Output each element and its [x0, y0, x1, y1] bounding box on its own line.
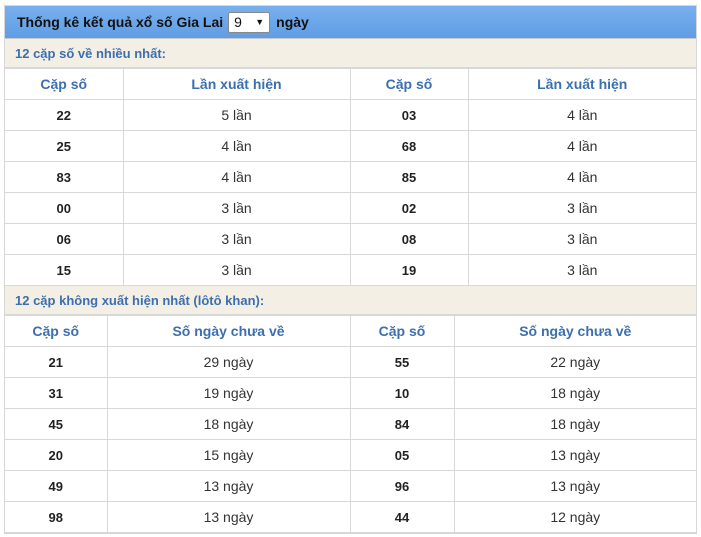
pair-cell: 15	[5, 254, 124, 286]
value-cell: 18 ngày	[453, 377, 696, 409]
pair-cell: 44	[349, 501, 455, 533]
pair-cell: 83	[5, 161, 124, 193]
table-row: 45 18 ngày 84 18 ngày	[5, 408, 696, 440]
col-pair-header: Cặp số	[5, 315, 108, 347]
value-cell: 4 lần	[122, 130, 351, 162]
value-cell: 3 lần	[467, 192, 696, 224]
value-cell: 4 lần	[122, 161, 351, 193]
value-cell: 18 ngày	[106, 408, 351, 440]
value-cell: 29 ngày	[106, 346, 351, 378]
pair-cell: 68	[349, 130, 469, 162]
pair-cell: 45	[5, 408, 108, 440]
pair-cell: 05	[349, 439, 455, 471]
pair-cell: 49	[5, 470, 108, 502]
value-cell: 13 ngày	[453, 439, 696, 471]
value-cell: 13 ngày	[106, 470, 351, 502]
pair-cell: 19	[349, 254, 469, 286]
col-days-header: Số ngày chưa về	[106, 315, 351, 347]
pair-cell: 00	[5, 192, 124, 224]
value-cell: 4 lần	[467, 130, 696, 162]
table-row: 22 5 lần 03 4 lần	[5, 99, 696, 131]
pair-cell: 55	[349, 346, 455, 378]
table-row: 20 15 ngày 05 13 ngày	[5, 439, 696, 471]
days-select-value: 9	[234, 14, 242, 30]
col-pair-header: Cặp số	[349, 68, 469, 100]
pair-cell: 25	[5, 130, 124, 162]
value-cell: 3 lần	[467, 223, 696, 255]
pair-cell: 85	[349, 161, 469, 193]
table-row: 31 19 ngày 10 18 ngày	[5, 377, 696, 409]
value-cell: 3 lần	[122, 192, 351, 224]
value-cell: 15 ngày	[106, 439, 351, 471]
value-cell: 4 lần	[467, 99, 696, 131]
most-frequent-table: Cặp số Lần xuất hiện Cặp số Lần xuất hiệ…	[5, 68, 696, 286]
pair-cell: 96	[349, 470, 455, 502]
header-title-prefix: Thống kê kết quả xổ số Gia Lai	[17, 14, 224, 30]
col-days-header: Số ngày chưa về	[453, 315, 696, 347]
pair-cell: 21	[5, 346, 108, 378]
pair-cell: 08	[349, 223, 469, 255]
value-cell: 13 ngày	[106, 501, 351, 533]
value-cell: 19 ngày	[106, 377, 351, 409]
value-cell: 22 ngày	[453, 346, 696, 378]
days-select[interactable]: 9 ▼	[228, 11, 271, 33]
col-pair-header: Cặp số	[349, 315, 455, 347]
chevron-down-icon: ▼	[255, 17, 265, 27]
pair-cell: 22	[5, 99, 124, 131]
col-count-header: Lần xuất hiện	[122, 68, 351, 100]
panel-header: Thống kê kết quả xổ số Gia Lai 9 ▼ ngày	[5, 6, 696, 39]
pair-cell: 20	[5, 439, 108, 471]
pair-cell: 03	[349, 99, 469, 131]
pair-cell: 84	[349, 408, 455, 440]
least-frequent-table: Cặp số Số ngày chưa về Cặp số Số ngày ch…	[5, 315, 696, 533]
value-cell: 4 lần	[467, 161, 696, 193]
least-frequent-title: 12 cặp không xuất hiện nhất (lôtô khan):	[5, 286, 696, 315]
table-row: 98 13 ngày 44 12 ngày	[5, 501, 696, 533]
table-row: 21 29 ngày 55 22 ngày	[5, 346, 696, 378]
table-row: 15 3 lần 19 3 lần	[5, 254, 696, 286]
table-row: 00 3 lần 02 3 lần	[5, 192, 696, 224]
value-cell: 3 lần	[467, 254, 696, 286]
statistics-panel: Thống kê kết quả xổ số Gia Lai 9 ▼ ngày …	[4, 5, 697, 534]
pair-cell: 98	[5, 501, 108, 533]
pair-cell: 31	[5, 377, 108, 409]
most-frequent-title: 12 cặp số về nhiều nhất:	[5, 39, 696, 68]
value-cell: 5 lần	[122, 99, 351, 131]
table-row: 25 4 lần 68 4 lần	[5, 130, 696, 162]
value-cell: 3 lần	[122, 254, 351, 286]
header-title-suffix: ngày	[276, 14, 309, 30]
table-header-row: Cặp số Lần xuất hiện Cặp số Lần xuất hiệ…	[5, 68, 696, 100]
table-row: 83 4 lần 85 4 lần	[5, 161, 696, 193]
value-cell: 18 ngày	[453, 408, 696, 440]
pair-cell: 10	[349, 377, 455, 409]
value-cell: 13 ngày	[453, 470, 696, 502]
value-cell: 3 lần	[122, 223, 351, 255]
table-row: 49 13 ngày 96 13 ngày	[5, 470, 696, 502]
pair-cell: 06	[5, 223, 124, 255]
col-count-header: Lần xuất hiện	[467, 68, 696, 100]
value-cell: 12 ngày	[453, 501, 696, 533]
table-row: 06 3 lần 08 3 lần	[5, 223, 696, 255]
pair-cell: 02	[349, 192, 469, 224]
col-pair-header: Cặp số	[5, 68, 124, 100]
table-header-row: Cặp số Số ngày chưa về Cặp số Số ngày ch…	[5, 315, 696, 347]
